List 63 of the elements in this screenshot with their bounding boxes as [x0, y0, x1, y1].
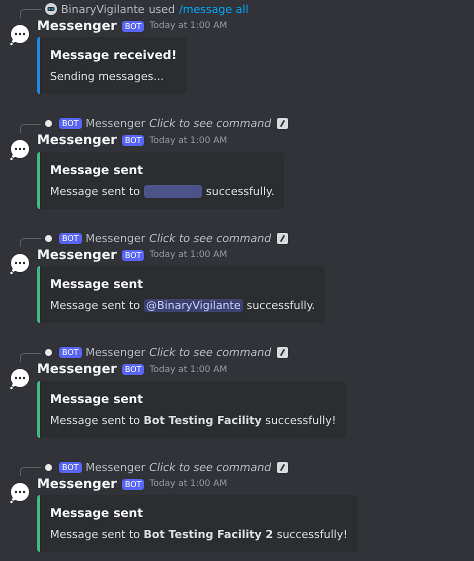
command-hint[interactable]: Click to see command [149, 232, 272, 245]
embed-title: Message sent [50, 162, 144, 177]
avatar-icon [45, 464, 52, 471]
avatar-icon [45, 234, 52, 242]
bot-avatar-icon [45, 3, 57, 15]
bot-badge: BOT [122, 364, 144, 376]
slash-command-icon [277, 462, 288, 473]
timestamp: Today at 1:00 AM [149, 364, 228, 375]
author-name[interactable]: Messenger [37, 133, 117, 148]
embed-text: Sending messages... [50, 70, 164, 83]
embed-text: Message sent to Bot Testing Facility successfully! [50, 414, 336, 427]
embed-text: Message sent to [50, 299, 140, 312]
bot-badge: BOT [122, 135, 144, 146]
author-name[interactable]: Messenger [37, 362, 117, 378]
speech-bubble-avatar-icon[interactable] [9, 24, 31, 46]
timestamp: Today at 1:00 AM [149, 136, 228, 146]
bot-badge: BOT [59, 232, 82, 244]
command-link[interactable]: /message all [179, 2, 249, 16]
speech-bubble-avatar-icon[interactable] [9, 253, 31, 276]
avatar-icon [45, 349, 52, 356]
slash-command-icon [277, 232, 288, 244]
bot-badge: BOT [59, 118, 82, 130]
embed-title: Message sent [50, 277, 144, 292]
reply-text: used [148, 2, 176, 16]
reply-username[interactable]: Messenger [86, 346, 146, 360]
reply-connector-line [20, 124, 41, 133]
reply-username[interactable]: BinaryVigilante [61, 2, 145, 16]
slash-command-icon [277, 347, 288, 358]
slash-command-icon [277, 118, 288, 130]
embed-title: Message sent [50, 506, 144, 520]
blurred-mention [144, 184, 202, 198]
embed-text: Message sent to Bot Testing Facility 2 successfully! [50, 528, 348, 542]
command-hint[interactable]: Click to see command [149, 460, 272, 474]
speech-bubble-avatar-icon[interactable] [9, 138, 31, 161]
embed-title: Message received! [50, 48, 177, 62]
reply-username[interactable]: Messenger [86, 232, 146, 245]
embed-title: Message sent [50, 392, 144, 406]
reply-username[interactable]: Messenger [86, 117, 146, 130]
speech-bubble-avatar-icon[interactable] [9, 368, 31, 390]
command-hint[interactable]: Click to see command [149, 346, 272, 360]
author-name[interactable]: Messenger [37, 248, 117, 263]
reply-username[interactable]: Messenger [86, 460, 146, 474]
reply-connector-line [20, 238, 41, 248]
reply-connector-line [20, 9, 41, 18]
bot-badge: BOT [122, 478, 144, 490]
bot-badge: BOT [59, 347, 82, 358]
bot-badge: BOT [122, 20, 144, 32]
reply-connector-line [20, 467, 41, 476]
embed-text: successfully. [206, 184, 274, 198]
timestamp: Today at 1:00 AM [149, 479, 228, 490]
embed-text: successfully. [246, 299, 316, 312]
embed-text: Message sent to [50, 184, 140, 198]
bot-badge: BOT [122, 250, 144, 261]
speech-bubble-avatar-icon[interactable] [9, 482, 31, 504]
timestamp: Today at 1:00 AM [149, 250, 228, 260]
author-name[interactable]: Messenger [37, 476, 117, 492]
reply-connector-line [20, 352, 41, 362]
author-name[interactable]: Messenger [37, 18, 117, 34]
timestamp: Today at 1:00 AM [149, 21, 228, 31]
user-mention[interactable]: @BinaryVigilante [144, 299, 243, 312]
avatar-icon [45, 120, 52, 128]
command-hint[interactable]: Click to see command [149, 117, 272, 130]
bot-badge: BOT [59, 462, 82, 473]
